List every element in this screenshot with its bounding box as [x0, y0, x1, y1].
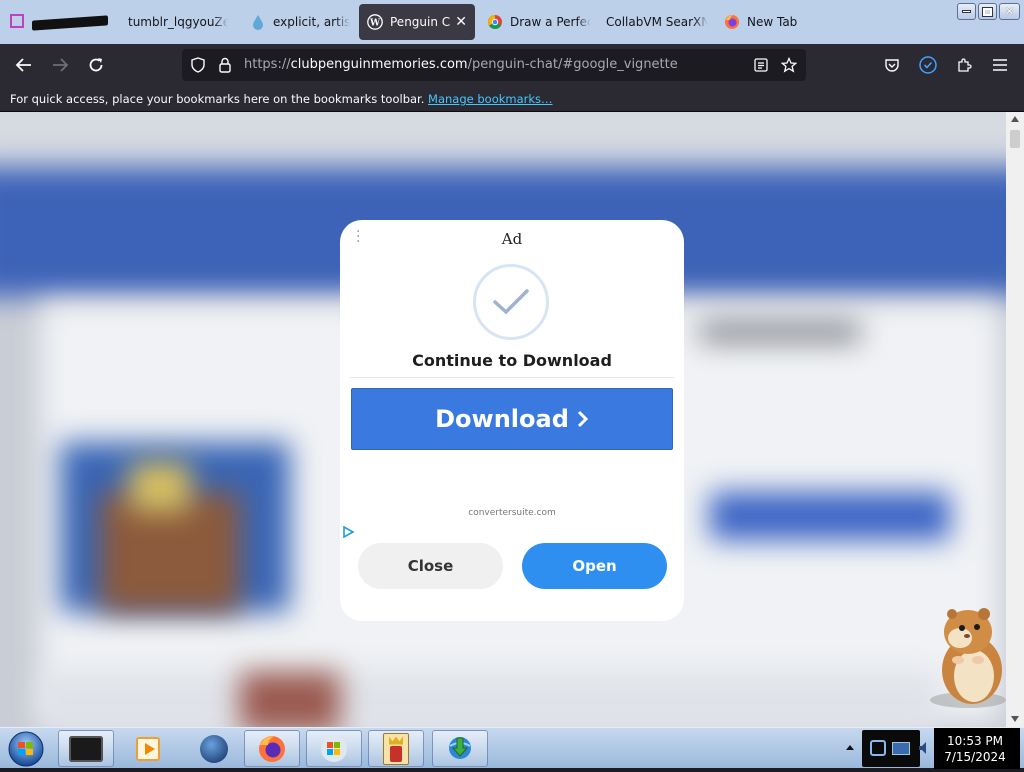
back-arrow-icon [15, 58, 31, 72]
scrollbar-thumb[interactable] [1010, 130, 1020, 148]
tab-new-tab[interactable]: New Tab [716, 4, 816, 40]
media-player-icon [136, 736, 160, 761]
tab-draw-perfect[interactable]: Draw a Perfect [479, 4, 591, 40]
clock-date: 7/15/2024 [944, 750, 1006, 764]
download-label: Download [435, 405, 569, 433]
navigation-bar: https://clubpenguinmemories.com/penguin-… [0, 44, 1024, 86]
close-tab-icon[interactable]: ✕ [455, 14, 467, 30]
taskbar-download-manager[interactable] [432, 730, 488, 767]
tab-tumblr[interactable]: tumblr_lqgyouZeL [120, 4, 228, 40]
tray-area [862, 730, 920, 767]
close-icon: ✕ [1004, 5, 1015, 18]
page-scrollbar[interactable] [1006, 112, 1024, 727]
tab-penguin-chat[interactable]: W Penguin C ✕ [359, 4, 475, 40]
reload-button[interactable] [82, 52, 110, 78]
taskbar-terminal[interactable] [58, 730, 114, 767]
url-text[interactable]: https://clubpenguinmemories.com/penguin-… [244, 57, 678, 72]
url-bar[interactable]: https://clubpenguinmemories.com/penguin-… [182, 49, 806, 81]
ad-vignette: · · · Ad Continue to Download Download con… [340, 220, 684, 621]
tab-label: Draw a Perfect [510, 15, 591, 29]
minimize-icon [962, 10, 971, 13]
url-domain: clubpenguinmemories.com [290, 57, 468, 72]
url-path: /penguin-chat/#google_vignette [467, 57, 678, 72]
forward-button[interactable] [46, 52, 74, 78]
check-circle-icon [473, 264, 549, 340]
open-button[interactable]: Open [522, 543, 667, 589]
lock-icon[interactable] [218, 57, 232, 73]
svg-text:W: W [369, 19, 381, 29]
show-hidden-icons-icon[interactable] [845, 742, 855, 752]
drop-icon [250, 14, 266, 30]
close-button[interactable]: Close [358, 543, 503, 589]
chrome-icon [487, 14, 503, 30]
bookmark-star-icon[interactable] [781, 57, 797, 73]
windows-logo-icon [321, 735, 347, 762]
manage-bookmarks-link[interactable]: Manage bookmarks… [428, 92, 553, 106]
firefox-icon [259, 735, 285, 762]
tab-label: CollabVM SearXNG [606, 15, 708, 29]
card-king-icon [383, 732, 409, 765]
ad-title: Continue to Download [412, 351, 612, 370]
forward-arrow-icon [53, 58, 69, 72]
firefox-icon [724, 14, 740, 30]
shield-icon[interactable] [190, 57, 206, 73]
reader-view-icon[interactable] [754, 58, 768, 72]
scroll-down-arrow-icon[interactable] [1011, 716, 1019, 722]
system-clock[interactable]: 10:53 PM 7/15/2024 [934, 728, 1020, 769]
redacted-tab[interactable] [32, 15, 108, 31]
tab-label: explicit, artist: [273, 15, 350, 29]
url-prefix: https:// [244, 57, 291, 72]
pocket-icon [885, 59, 899, 72]
start-button[interactable] [4, 730, 48, 768]
extensions-button[interactable] [950, 52, 978, 78]
windows-logo-icon [8, 731, 44, 767]
menu-button[interactable] [986, 52, 1014, 78]
tab-collabvm[interactable]: CollabVM SearXNG [598, 4, 708, 40]
tab-label: New Tab [747, 15, 798, 29]
pocket-button[interactable] [878, 52, 906, 78]
wordpress-icon: W [367, 14, 383, 30]
globe-icon [200, 734, 228, 763]
window-controls: ✕ [957, 3, 1020, 20]
tab-strip: tumblr_lqgyouZeL explicit, artist: W Pen… [0, 0, 1024, 44]
minimize-button[interactable] [957, 3, 976, 20]
close-window-button[interactable]: ✕ [999, 3, 1020, 20]
clock-time: 10:53 PM [947, 734, 1003, 748]
divider [350, 377, 674, 378]
hamster-image [930, 608, 1006, 708]
network-icon[interactable] [870, 740, 886, 756]
ad-label: Ad [501, 230, 523, 248]
tab-label: tumblr_lqgyouZeL [128, 15, 228, 29]
download-globe-icon [449, 736, 471, 759]
puzzle-icon [958, 58, 972, 72]
restore-icon [982, 6, 993, 17]
check-circle-icon [919, 56, 937, 74]
reload-icon [89, 58, 103, 72]
chevron-right-icon [577, 410, 588, 428]
tab-explicit[interactable]: explicit, artist: [242, 4, 350, 40]
taskbar-globe[interactable] [186, 730, 242, 767]
tab-label: Penguin C [390, 15, 450, 29]
download-button[interactable]: Download [351, 388, 673, 450]
restore-button[interactable] [978, 3, 997, 20]
bookmarks-message: For quick access, place your bookmarks h… [10, 92, 425, 106]
hamburger-menu-icon [993, 59, 1007, 71]
terminal-icon [69, 735, 103, 762]
bookmarks-toolbar: For quick access, place your bookmarks h… [0, 86, 1024, 112]
speaker-icon[interactable] [918, 740, 930, 754]
scroll-up-arrow-icon[interactable] [1011, 116, 1019, 122]
ad-domain: convertersuite.com [468, 508, 556, 518]
ad-choices-icon[interactable] [342, 526, 354, 538]
taskbar-windows-explorer[interactable] [306, 730, 362, 767]
display-icon[interactable] [892, 742, 910, 755]
taskbar: 10:53 PM 7/15/2024 [0, 727, 1024, 769]
account-sync-button[interactable] [914, 52, 942, 78]
taskbar-solitaire[interactable] [368, 730, 424, 767]
clock-text: 10:53 PM 7/15/2024 [938, 733, 1012, 765]
taskbar-firefox[interactable] [244, 730, 300, 767]
back-button[interactable] [10, 52, 38, 78]
taskbar-media-player[interactable] [120, 730, 176, 767]
tab-list-icon[interactable] [10, 14, 24, 28]
